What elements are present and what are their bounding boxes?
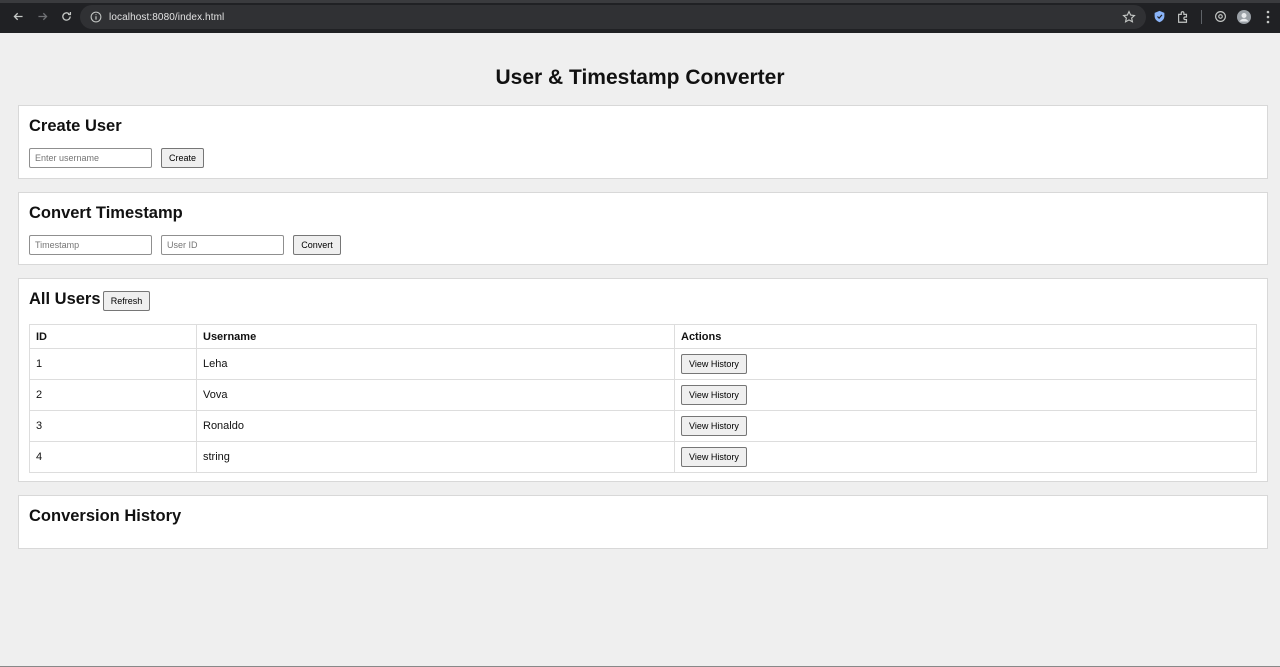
extension-shield-icon[interactable] — [1147, 5, 1171, 29]
create-user-card: Create User Create — [18, 105, 1268, 179]
address-bar[interactable]: localhost:8080/index.html — [80, 5, 1146, 29]
back-icon[interactable] — [6, 5, 30, 29]
cell-actions: View History — [674, 441, 1257, 473]
cell-actions: View History — [674, 379, 1257, 411]
table-row: 1 Leha View History — [29, 348, 1257, 380]
convert-timestamp-heading: Convert Timestamp — [29, 204, 183, 222]
users-table: ID Username Actions 1 Leha View History … — [29, 324, 1257, 473]
cell-id: 4 — [29, 441, 197, 473]
cell-username: Ronaldo — [196, 410, 675, 442]
cell-actions: View History — [674, 410, 1257, 442]
convert-button[interactable]: Convert — [293, 235, 341, 255]
all-users-heading: All Users — [29, 290, 101, 308]
all-users-card: All Users Refresh ID Username Actions 1 … — [18, 278, 1268, 482]
timestamp-input[interactable] — [29, 235, 152, 255]
cell-id: 1 — [29, 348, 197, 380]
reload-icon[interactable] — [54, 5, 78, 29]
bookmark-star-icon[interactable] — [1122, 10, 1136, 24]
username-input[interactable] — [29, 148, 152, 168]
browser-toolbar: localhost:8080/index.html — [0, 0, 1280, 33]
refresh-button[interactable]: Refresh — [103, 291, 150, 311]
site-info-icon[interactable] — [90, 11, 102, 23]
cell-actions: View History — [674, 348, 1257, 380]
column-header-id: ID — [29, 324, 197, 349]
page-title: User & Timestamp Converter — [495, 66, 785, 89]
cell-id: 2 — [29, 379, 197, 411]
user-id-input[interactable] — [161, 235, 284, 255]
table-row: 2 Vova View History — [29, 379, 1257, 411]
profile-avatar-icon[interactable] — [1232, 5, 1256, 29]
forward-icon[interactable] — [30, 5, 54, 29]
view-history-button[interactable]: View History — [681, 447, 747, 467]
url-text[interactable]: localhost:8080/index.html — [109, 12, 224, 23]
conversion-history-heading: Conversion History — [29, 507, 182, 525]
table-row: 4 string View History — [29, 441, 1257, 473]
create-button[interactable]: Create — [161, 148, 204, 168]
view-history-button[interactable]: View History — [681, 416, 747, 436]
view-history-button[interactable]: View History — [681, 354, 747, 374]
menu-kebab-icon[interactable] — [1256, 5, 1280, 29]
create-user-heading: Create User — [29, 117, 122, 135]
tab-strip — [0, 0, 1280, 3]
view-history-button[interactable]: View History — [681, 385, 747, 405]
cell-username: string — [196, 441, 675, 473]
table-row: 3 Ronaldo View History — [29, 410, 1257, 442]
column-header-username: Username — [196, 324, 675, 349]
cell-id: 3 — [29, 410, 197, 442]
toolbar-separator — [1201, 9, 1202, 24]
column-header-actions: Actions — [674, 324, 1257, 349]
convert-timestamp-card: Convert Timestamp Convert — [18, 192, 1268, 265]
cell-username: Leha — [196, 348, 675, 380]
cell-username: Vova — [196, 379, 675, 411]
conversion-history-card: Conversion History — [18, 495, 1268, 549]
chrome-labs-icon[interactable] — [1208, 5, 1232, 29]
table-header-row: ID Username Actions — [29, 324, 1257, 349]
extensions-puzzle-icon[interactable] — [1171, 5, 1195, 29]
